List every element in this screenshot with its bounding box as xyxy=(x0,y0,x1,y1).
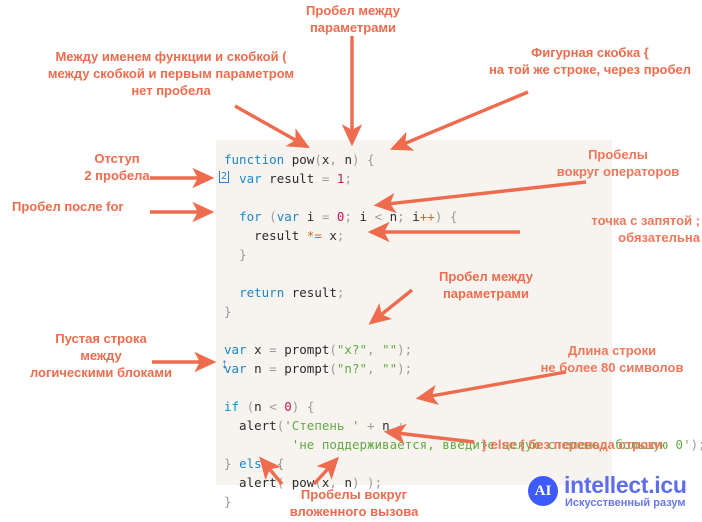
code-line: function pow(x, n) { xyxy=(224,152,375,167)
screenshot-root: function pow(x, n) { var result = 1; for… xyxy=(0,0,702,522)
annotation-else-same-line: } else { без перевода строки xyxy=(482,437,663,452)
annotation-space-after-for: Пробел после for xyxy=(12,199,124,214)
annotation-semicolon-required: точка с запятой ; обязательна xyxy=(591,213,700,245)
code-line: return result; xyxy=(239,285,345,300)
annotation-curly-brace: Фигурная скобка { на той же строке, чере… xyxy=(488,45,692,77)
logo-mark-icon: AI xyxy=(528,476,558,506)
annotation-between-name-and-paren: Между именем функции и скобкой ( между с… xyxy=(47,49,295,98)
code-line: } xyxy=(239,247,247,262)
code-line: var x = prompt("x?", ""); xyxy=(224,342,413,357)
annotation-spaces-nested-call: Пробелы вокруг вложенного вызова xyxy=(289,487,419,519)
code-line: if (n < 0) { xyxy=(224,399,315,414)
code-line: var result = 1; xyxy=(239,171,352,186)
annotation-space-between-params-mid: Пробел между параметрами xyxy=(439,269,533,301)
code-block-panel: function pow(x, n) { var result = 1; for… xyxy=(216,140,702,509)
annotation-blank-line: Пустая строка между логическими блоками xyxy=(29,331,173,380)
blank-line-marker-icon: ↕ xyxy=(221,355,228,371)
logo-name: intellect.icu xyxy=(564,472,687,498)
code-line: alert('Степень ' + n + xyxy=(224,418,405,433)
code-line: for (var i = 0; i < n; i++) { xyxy=(239,209,458,224)
annotation-spaces-around-operators: Пробелы вокруг операторов xyxy=(556,147,680,179)
code-line: } xyxy=(224,494,232,509)
site-logo: AI intellect.icu Искусственный разум xyxy=(528,470,700,518)
code-line: result *= x; xyxy=(224,228,345,243)
indent-marker-2: 2 xyxy=(219,171,230,183)
logo-tagline: Искусственный разум xyxy=(565,497,686,509)
code-line: } xyxy=(224,304,232,319)
code-line: var n = prompt("n?", ""); xyxy=(224,361,413,376)
annotation-space-between-params-top: Пробел между параметрами xyxy=(306,3,400,35)
annotation-line-length: Длина строки не более 80 символов xyxy=(540,343,684,375)
code-line: } else { xyxy=(224,456,285,471)
code-source: function pow(x, n) { var result = 1; for… xyxy=(224,150,702,511)
annotation-indent: Отступ 2 пробела xyxy=(84,151,150,183)
